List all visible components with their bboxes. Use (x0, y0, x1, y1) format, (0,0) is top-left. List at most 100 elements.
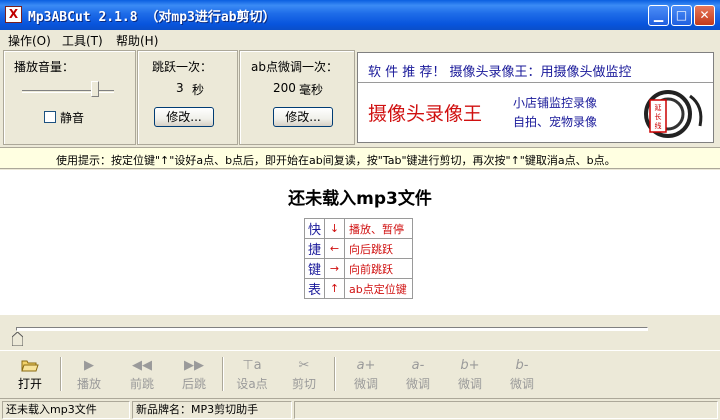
jump-back-label: 前跳 (129, 377, 154, 391)
ad-feature-2: 自拍、宠物录像 (513, 115, 598, 129)
status-empty (294, 401, 718, 419)
play-icon: ▶ (84, 358, 94, 373)
shortcut-key: ← (324, 238, 345, 259)
toolbar-separator (60, 357, 62, 391)
status-bar: 还未载入mp3文件 新品牌名：MP3剪切助手 (0, 398, 720, 420)
jump-value: 3 (176, 81, 184, 95)
mute-label: 静音 (60, 111, 85, 125)
volume-slider-thumb[interactable] (91, 81, 99, 97)
open-folder-icon (4, 357, 56, 375)
ad-headline[interactable]: 软 件 推 荐！ 摄像头录像王：用摄像头做监控 (368, 61, 632, 80)
jump-forward-label: 后跳 (181, 377, 206, 391)
b-plus-adjust-button[interactable]: b+ 微调 (444, 357, 496, 393)
shortcut-action: ab点定位键 (344, 278, 413, 299)
set-a-point-label: 设a点 (236, 377, 268, 391)
ad-banner[interactable]: 软 件 推 荐！ 摄像头录像王：用摄像头做监控 摄像头录像王 小店铺监控录像 自… (357, 52, 714, 143)
b-plus-icon: b+ (460, 358, 480, 373)
play-label: 播放 (76, 377, 101, 391)
progress-area (0, 315, 720, 350)
pin-a-icon: ⊤a (242, 358, 262, 373)
shortcut-row: 表 ↑ ab点定位键 (304, 278, 413, 299)
a-minus-label: 微调 (405, 377, 430, 391)
toolbar-separator (334, 357, 336, 391)
minimize-icon: ▁ (653, 8, 664, 22)
shortcut-title-char: 键 (304, 258, 325, 279)
toolbar: 打开 ▶ 播放 ◀◀ 前跳 ▶▶ 后跳 ⊤a 设a点 ✂ 剪切 a+ 微调 a-… (0, 350, 720, 396)
camera-cable-image: 延 长 线 (644, 90, 703, 138)
window-title: Mp3ABCut 2.1.8 （对mp3进行ab剪切） (28, 10, 276, 25)
b-plus-label: 微调 (457, 377, 482, 391)
shortcut-row: 快 ↓ 播放、暂停 (304, 218, 413, 239)
ab-adjust-edit-button[interactable]: 修改... (273, 107, 333, 127)
tip-bar: 使用提示：按定位键"↑"设好a点、b点后，即开始在ab间复读，按"Tab"键进行… (0, 147, 720, 169)
cut-button[interactable]: ✂ 剪切 (278, 357, 330, 393)
jump-unit: 秒 (192, 83, 205, 97)
b-minus-adjust-button[interactable]: b- 微调 (496, 357, 548, 393)
scissors-icon: ✂ (298, 358, 310, 373)
close-button[interactable]: ✕ (694, 5, 715, 26)
a-plus-icon: a+ (356, 358, 376, 373)
volume-slider-track[interactable] (22, 90, 114, 93)
mute-checkbox[interactable] (44, 111, 56, 123)
shortcut-key: → (324, 258, 345, 279)
main-area: 还未载入mp3文件 快 ↓ 播放、暂停 捷 ← 向后跳跃 键 → 向前跳跃 表 … (0, 170, 720, 315)
shortcut-title-char: 快 (304, 218, 325, 239)
open-label: 打开 (17, 377, 42, 391)
jump-label: 跳跃一次： (152, 60, 213, 74)
a-minus-adjust-button[interactable]: a- 微调 (392, 357, 444, 393)
shortcut-title-char: 表 (304, 278, 325, 299)
open-button[interactable]: 打开 (4, 357, 56, 393)
set-a-point-button[interactable]: ⊤a 设a点 (226, 357, 278, 393)
rewind-icon: ◀◀ (132, 358, 152, 373)
close-icon: ✕ (699, 8, 710, 22)
cut-label: 剪切 (291, 377, 316, 391)
usage-tip: 使用提示：按定位键"↑"设好a点、b点后，即开始在ab间复读，按"Tab"键进行… (56, 154, 616, 167)
toolbar-separator (222, 357, 224, 391)
shortcut-table: 快 ↓ 播放、暂停 捷 ← 向后跳跃 键 → 向前跳跃 表 ↑ ab点定位键 (304, 218, 413, 299)
a-minus-icon: a- (411, 358, 425, 373)
progress-track[interactable] (16, 327, 648, 331)
shortcut-row: 键 → 向前跳跃 (304, 258, 413, 279)
ad-divider (358, 82, 713, 83)
menu-operate[interactable]: 操作(O) (8, 32, 51, 49)
title-bar: X Mp3ABCut 2.1.8 （对mp3进行ab剪切） ▁ □ ✕ (0, 0, 720, 30)
status-file: 还未载入mp3文件 (2, 401, 130, 419)
shortcut-key: ↑ (324, 278, 345, 299)
ad-badge-char-2: 长 (655, 112, 662, 121)
shortcut-title-char: 捷 (304, 238, 325, 259)
shortcut-key: ↓ (324, 218, 345, 239)
jump-panel: 跳跃一次： 3 秒 修改... (137, 50, 238, 145)
jump-forward-button[interactable]: ▶▶ 后跳 (168, 357, 220, 393)
jump-back-button[interactable]: ◀◀ 前跳 (116, 357, 168, 393)
ab-adjust-label: ab点微调一次： (251, 60, 338, 74)
app-icon[interactable]: X (5, 6, 22, 23)
a-plus-adjust-button[interactable]: a+ 微调 (340, 357, 392, 393)
ab-adjust-panel: ab点微调一次： 200 毫秒 修改... (239, 50, 355, 145)
ab-adjust-unit: 毫秒 (299, 83, 324, 97)
jump-edit-button[interactable]: 修改... (154, 107, 214, 127)
shortcut-action: 播放、暂停 (344, 218, 413, 239)
menu-tools[interactable]: 工具(T) (62, 32, 103, 49)
a-plus-label: 微调 (353, 377, 378, 391)
menu-help[interactable]: 帮助(H) (116, 32, 158, 49)
shortcut-action: 向后跳跃 (344, 238, 413, 259)
play-button[interactable]: ▶ 播放 (63, 357, 115, 393)
minimize-button[interactable]: ▁ (648, 5, 669, 26)
shortcut-row: 捷 ← 向后跳跃 (304, 238, 413, 259)
progress-thumb[interactable] (12, 332, 23, 346)
ad-product-name[interactable]: 摄像头录像王 (368, 99, 482, 126)
shortcut-action: 向前跳跃 (344, 258, 413, 279)
maximize-button[interactable]: □ (671, 5, 692, 26)
b-minus-label: 微调 (509, 377, 534, 391)
volume-panel: 播放音量： 静音 (3, 50, 136, 145)
menu-bar: 操作(O) 工具(T) 帮助(H) (0, 30, 720, 48)
b-minus-icon: b- (515, 358, 529, 373)
ad-badge-char-1: 延 (655, 103, 662, 112)
status-brand: 新品牌名：MP3剪切助手 (132, 401, 292, 419)
ad-feature-1: 小店铺监控录像 (513, 96, 598, 110)
volume-label: 播放音量： (14, 60, 75, 74)
ad-badge-char-3: 线 (655, 121, 662, 130)
maximize-icon: □ (675, 8, 688, 22)
no-file-message: 还未载入mp3文件 (288, 189, 432, 209)
ab-adjust-value: 200 (273, 81, 296, 95)
